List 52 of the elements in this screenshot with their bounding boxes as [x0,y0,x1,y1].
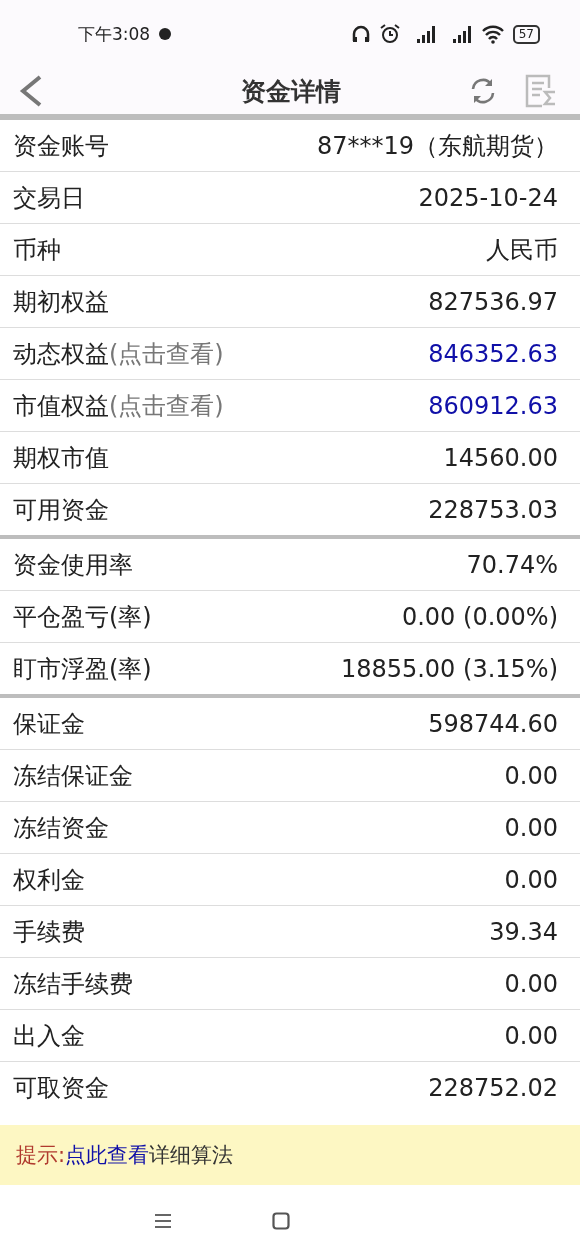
field-value: 228753.03 [428,495,558,524]
field-label: 手续费 [13,916,85,948]
battery-icon: 57 [512,24,540,44]
field-value: 0.00 (0.00%) [401,602,558,631]
value-link[interactable]: 846352.63 [428,339,558,368]
field-value: 0.00 [504,969,558,998]
field-label: 权利金 [13,864,85,896]
field-label: 期初权益 [13,286,109,318]
field-label: 冻结保证金 [13,760,133,792]
field-value: 2025-10-24 [418,183,558,212]
headphones-icon [350,24,371,44]
field-value: 39.34 [489,917,558,946]
field-value: 827536.97 [428,287,558,316]
status-time: 下午3:08 [78,22,151,46]
field-label: 资金使用率 [13,549,133,581]
field-label: 平仓盈亏(率) [13,601,152,633]
hint-text: 提示:点此查看详细算法 [16,1142,234,1169]
field-value: 14560.00 [443,443,558,472]
field-label: 冻结手续费 [13,968,133,1000]
field-label: 资金账号 [13,130,109,162]
field-value: 70.74% [466,550,558,579]
alarm-icon [378,24,401,44]
click-hint[interactable]: (点击查看) [109,389,224,422]
field-value: 人民币 [486,234,558,266]
field-label: 出入金 [13,1020,85,1052]
click-hint[interactable]: (点击查看) [109,337,224,370]
field-label: 可用资金 [13,494,109,526]
home-icon[interactable] [272,1212,290,1230]
field-label: 交易日 [13,182,85,214]
field-value: 18855.00 (3.15%) [340,654,558,683]
field-value: 0.00 [504,761,558,790]
field-value: 0.00 [504,865,558,894]
hint-link[interactable]: 点此查看 [65,1143,150,1167]
field-value: 598744.60 [428,709,558,738]
field-label: 期权市值 [13,442,109,474]
field-value: 228752.02 [428,1073,558,1102]
field-label: 币种 [13,234,61,266]
field-value: 0.00 [504,813,558,842]
page-title: 资金详情 [240,75,342,108]
field-label: 动态权益 [13,338,109,370]
notification-dot-icon [158,27,173,41]
field-label: 保证金 [13,708,85,740]
field-value: 87***19（东航期货） [316,130,558,162]
field-value: 0.00 [504,1021,558,1050]
field-label: 冻结资金 [13,812,109,844]
wifi-icon [480,24,505,44]
field-label: 可取资金 [13,1072,109,1104]
field-label: 盯市浮盈(率) [13,653,152,685]
value-link[interactable]: 860912.63 [428,391,558,420]
back-button[interactable] [18,74,44,108]
field-label: 市值权益 [13,390,109,422]
menu-icon[interactable] [154,1213,172,1229]
